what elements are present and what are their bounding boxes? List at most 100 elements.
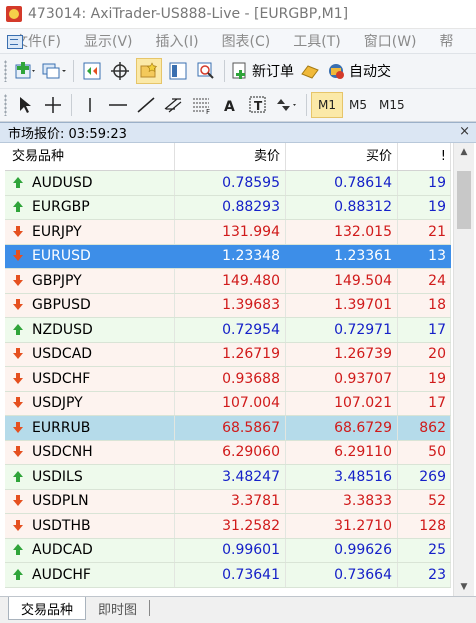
arrows-button[interactable]	[274, 93, 300, 117]
menu-charts[interactable]: 图表(C)	[222, 31, 271, 51]
symbol-list: AUDUSD 0.78595 0.78614 19 EURGBP 0.88293 0.883…	[5, 171, 451, 588]
strategy-tester-button[interactable]	[194, 59, 218, 83]
app-logo-icon	[6, 6, 22, 22]
scroll-down-icon[interactable]: ▼	[454, 578, 474, 596]
table-row[interactable]: USDPLN 3.3781 3.3833 52	[5, 489, 451, 514]
down-arrow-icon	[12, 495, 24, 507]
table-row[interactable]: USDILS 3.48247 3.48516 269	[5, 465, 451, 490]
bid-cell: 107.004	[175, 391, 286, 415]
table-row[interactable]: USDCNH 6.29060 6.29110 50	[5, 440, 451, 465]
column-header-spread[interactable]: !	[398, 143, 451, 170]
ask-cell: 0.73664	[286, 563, 398, 587]
ask-cell: 3.48516	[286, 465, 398, 489]
crosshair-icon	[45, 97, 61, 113]
menu-insert[interactable]: 插入(I)	[156, 31, 199, 51]
tab-symbols[interactable]: 交易品种	[8, 597, 87, 620]
timeframe-m15-button[interactable]: M15	[373, 93, 411, 117]
spread-cell: 24	[398, 269, 451, 293]
ask-cell: 107.021	[286, 391, 398, 415]
symbol-cell: AUDUSD	[5, 171, 175, 195]
new-order-button[interactable]: 新订单	[231, 59, 294, 83]
table-row[interactable]: GBPUSD 1.39683 1.39701 18	[5, 293, 451, 318]
timeframe-m1-button[interactable]: M1	[311, 92, 343, 118]
vertical-scrollbar[interactable]: ▲ ▼	[453, 143, 474, 596]
svg-text:A: A	[224, 99, 235, 115]
trendline-button[interactable]	[134, 93, 158, 117]
ask-cell: 31.2710	[286, 514, 398, 538]
text-label-button[interactable]: T	[246, 93, 270, 117]
spread-cell: 50	[398, 440, 451, 464]
timeframe-m5-button[interactable]: M5	[343, 93, 373, 117]
table-row[interactable]: NZDUSD 0.72954 0.72971 17	[5, 318, 451, 343]
table-row[interactable]: USDTHB 31.2582 31.2710 128	[5, 514, 451, 539]
table-row[interactable]: AUDUSD 0.78595 0.78614 19	[5, 171, 451, 196]
table-row[interactable]: EURGBP 0.88293 0.88312 19	[5, 195, 451, 220]
table-row[interactable]: EURUSD 1.23348 1.23361 13	[5, 244, 451, 269]
table-row[interactable]: GBPJPY 149.480 149.504 24	[5, 269, 451, 294]
toolbar-separator	[306, 94, 307, 116]
panel-title: 市场报价: 03:59:23	[8, 127, 127, 142]
new-chart-button[interactable]	[13, 59, 37, 83]
close-icon[interactable]: ×	[459, 124, 470, 139]
table-row[interactable]: USDJPY 107.004 107.021 17	[5, 391, 451, 416]
ask-cell: 0.99626	[286, 538, 398, 562]
spread-cell: 269	[398, 465, 451, 489]
up-arrow-icon	[12, 544, 24, 556]
table-row[interactable]: EURRUB 68.5867 68.6729 862	[5, 416, 451, 441]
spread-cell: 20	[398, 342, 451, 366]
toolbar-separator	[71, 94, 72, 116]
symbol-name: EURRUB	[32, 419, 91, 436]
navigator-button[interactable]	[136, 58, 162, 84]
symbol-cell: USDILS	[5, 465, 175, 489]
profiles-button[interactable]	[41, 59, 67, 83]
menu-tools[interactable]: 工具(T)	[293, 31, 340, 51]
cursor-tool-button[interactable]	[13, 93, 37, 117]
fibonacci-icon: F	[193, 98, 210, 115]
ask-cell: 149.504	[286, 269, 398, 293]
scroll-thumb[interactable]	[457, 171, 471, 229]
menu-help[interactable]: 帮	[440, 31, 454, 51]
tab-tick-chart[interactable]: 即时图	[86, 597, 149, 619]
equidistant-channel-button[interactable]	[162, 93, 186, 117]
market-watch-button[interactable]	[80, 59, 104, 83]
horizontal-line-icon	[109, 104, 127, 106]
tab-separator	[149, 600, 151, 616]
text-icon: A	[224, 99, 235, 115]
scroll-up-icon[interactable]: ▲	[454, 143, 474, 161]
toolbar-grip[interactable]	[4, 94, 7, 116]
horizontal-line-button[interactable]	[106, 93, 130, 117]
toolbar-grip[interactable]	[4, 60, 7, 82]
vertical-line-button[interactable]	[78, 93, 102, 117]
fibonacci-button[interactable]: F	[190, 93, 214, 117]
autotrading-icon	[329, 64, 344, 79]
bid-cell: 0.99601	[175, 538, 286, 562]
menu-window[interactable]: 窗口(W)	[364, 31, 417, 51]
symbol-cell: USDCAD	[5, 342, 175, 366]
text-tool-button[interactable]: A	[218, 93, 242, 117]
up-arrow-icon	[12, 201, 24, 213]
vertical-line-icon	[89, 98, 91, 112]
crosshair-tool-button[interactable]	[41, 93, 65, 117]
down-arrow-icon	[12, 421, 24, 434]
ask-cell: 0.72971	[286, 318, 398, 342]
table-row[interactable]: EURJPY 131.994 132.015 21	[5, 220, 451, 245]
table-row[interactable]: USDCAD 1.26719 1.26739 20	[5, 342, 451, 367]
spread-cell: 25	[398, 538, 451, 562]
menu-view[interactable]: 显示(V)	[84, 31, 133, 51]
terminal-button[interactable]	[166, 59, 190, 83]
symbol-cell: EURJPY	[5, 220, 175, 244]
column-header-bid[interactable]: 卖价	[175, 143, 286, 170]
symbol-cell: NZDUSD	[5, 318, 175, 342]
down-arrow-icon	[12, 519, 24, 532]
bid-cell: 0.78595	[175, 171, 286, 195]
svg-text:F: F	[206, 108, 210, 115]
column-header-symbol[interactable]: 交易品种	[5, 143, 175, 170]
column-header-ask[interactable]: 买价	[286, 143, 398, 170]
down-arrow-icon	[12, 250, 24, 262]
crosshair-nav-button[interactable]	[108, 59, 132, 83]
metaeditor-button[interactable]	[298, 59, 322, 83]
autotrading-button[interactable]: 自动交	[326, 59, 391, 83]
table-row[interactable]: AUDCAD 0.99601 0.99626 25	[5, 538, 451, 563]
table-row[interactable]: USDCHF 0.93688 0.93707 19	[5, 367, 451, 392]
table-row[interactable]: AUDCHF 0.73641 0.73664 23	[5, 563, 451, 588]
